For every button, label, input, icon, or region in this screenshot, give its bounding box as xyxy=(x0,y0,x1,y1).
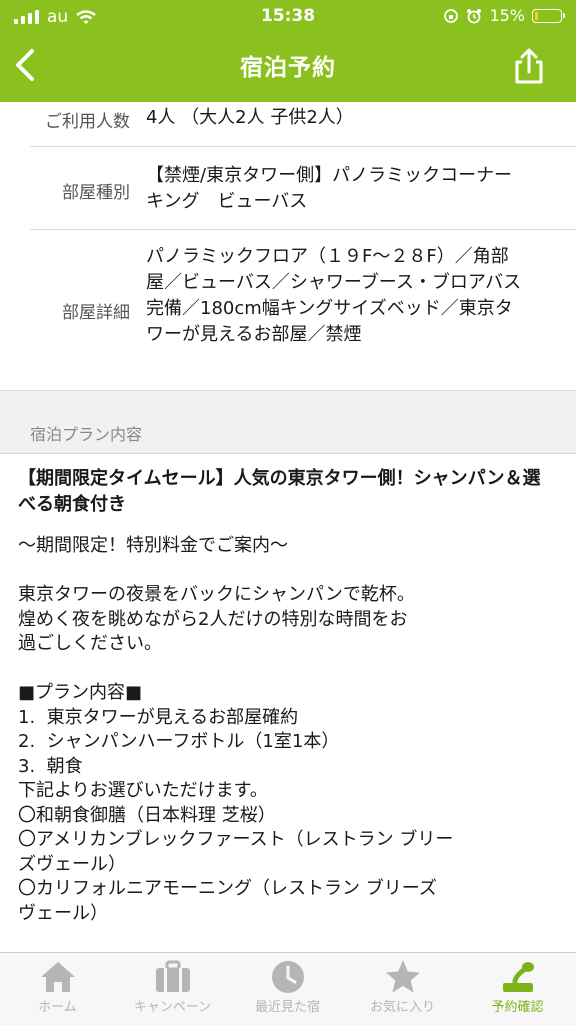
guests-label: ご利用人数 xyxy=(45,112,130,132)
plan-content: 【期間限定タイムセール】人気の東京タワー側！シャンパン＆選べる朝食付き 〜期間限… xyxy=(18,466,558,952)
clock-icon xyxy=(272,961,304,993)
plan-section-header: 宿泊プラン内容 xyxy=(0,391,576,454)
room-type-value: 【禁煙/東京タワー側】パノラミックコーナーキング ビューバス xyxy=(146,165,513,212)
alarm-icon xyxy=(467,8,482,23)
guests-value: 4人 （大人2人 子供2人） xyxy=(146,107,354,128)
tab-recent-label: 最近見た宿 xyxy=(254,1000,320,1015)
room-detail-value: パノラミックフロア（１９F〜２８F）／角部屋／ビューバス／シャワーブース・ブロア… xyxy=(146,246,522,345)
home-icon xyxy=(41,962,75,992)
tab-campaign-label: キャンペーン xyxy=(133,1000,212,1015)
reservation-details: ご利用人数 4人 （大人2人 子供2人） 部屋種別 【禁煙/東京タワー側】パノラ… xyxy=(0,102,576,391)
tab-favorites-label: お気に入り xyxy=(369,1000,435,1015)
share-button[interactable] xyxy=(512,46,546,86)
star-icon xyxy=(386,960,420,993)
status-bar: au 15:38 15% xyxy=(0,0,576,34)
room-type-label: 部屋種別 xyxy=(62,183,130,203)
plan-title: 【期間限定タイムセール】人気の東京タワー側！シャンパン＆選べる朝食付き xyxy=(18,468,541,515)
status-right: 15% xyxy=(443,6,565,25)
tab-booking-label: 予約確認 xyxy=(491,1000,544,1015)
room-detail-row: 部屋詳細 パノラミックフロア（１９F〜２８F）／角部屋／ビューバス／シャワーブー… xyxy=(30,230,576,390)
battery-percent: 15% xyxy=(489,6,525,25)
tab-campaign[interactable]: キャンペーン xyxy=(115,953,230,1025)
battery-icon xyxy=(532,8,565,23)
tab-home[interactable]: ホーム xyxy=(0,953,115,1025)
tab-bar: ホーム キャンペーン 最近見た宿 お気に入り 予約確認 xyxy=(0,952,576,1025)
briefcase-icon xyxy=(156,960,190,992)
plan-description: 〜期間限定！特別料金でご案内〜 東京タワーの夜景をバックにシャンパンで乾杯。 煌… xyxy=(18,535,454,924)
booking-icon xyxy=(503,962,534,992)
tab-recent[interactable]: 最近見た宿 xyxy=(230,953,345,1025)
room-detail-label: 部屋詳細 xyxy=(62,303,130,323)
tab-favorites[interactable]: お気に入り xyxy=(345,953,460,1025)
page-title: 宿泊予約 xyxy=(240,55,336,81)
app-header: au 15:38 15% 宿泊予約 xyxy=(0,0,576,102)
room-type-row: 部屋種別 【禁煙/東京タワー側】パノラミックコーナーキング ビューバス xyxy=(30,147,576,230)
tab-booking[interactable]: 予約確認 xyxy=(460,953,575,1025)
orientation-lock-icon xyxy=(444,8,459,23)
share-icon xyxy=(515,48,543,84)
guests-row: ご利用人数 4人 （大人2人 子供2人） xyxy=(30,102,576,147)
tab-home-label: ホーム xyxy=(38,1000,77,1015)
plan-section-title: 宿泊プラン内容 xyxy=(30,425,143,444)
